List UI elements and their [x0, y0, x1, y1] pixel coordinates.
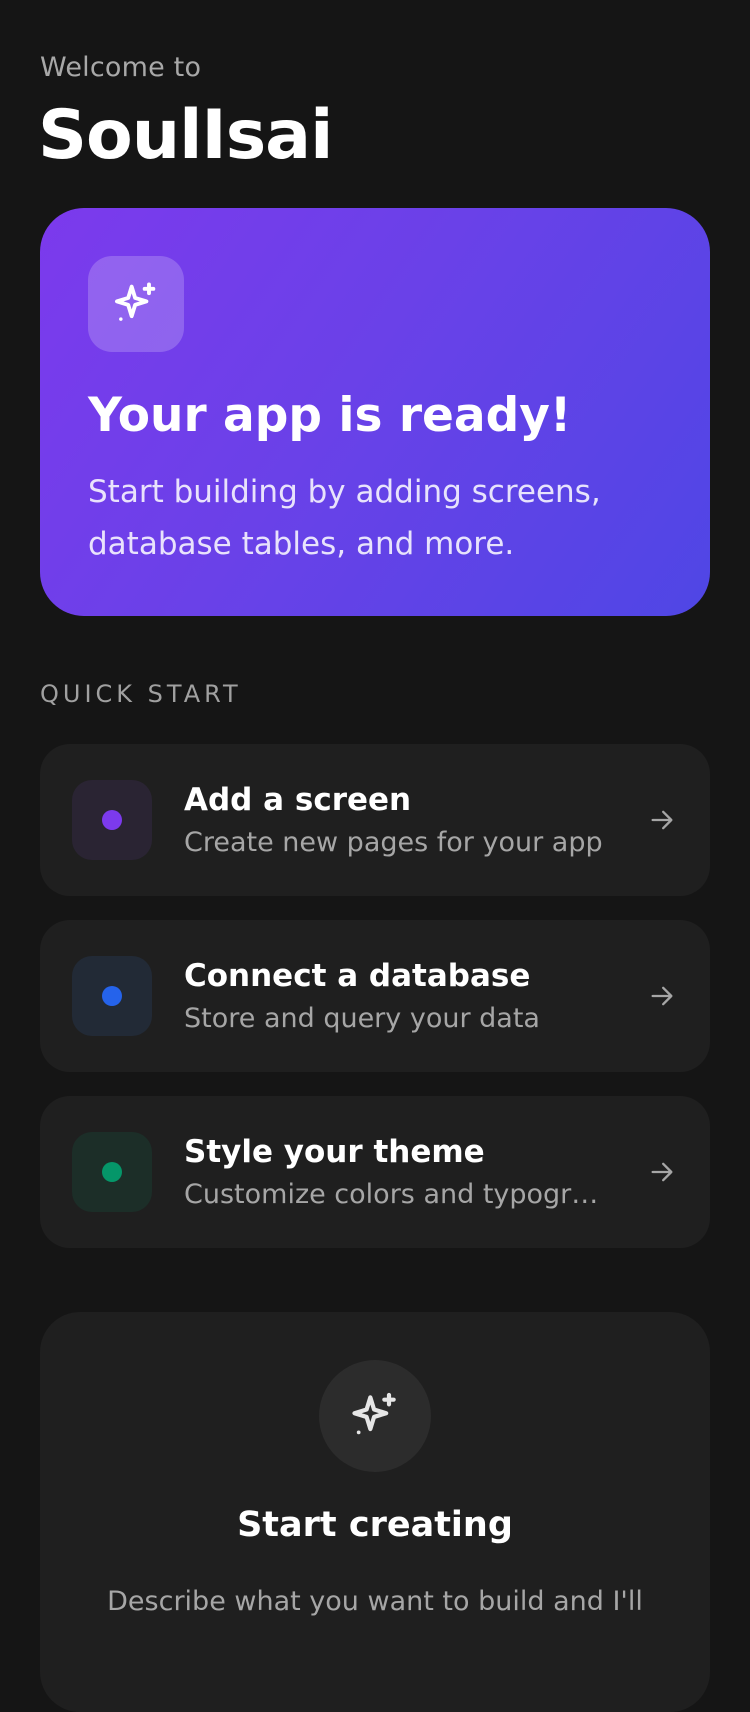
purple-dot: [102, 810, 122, 830]
quick-start-subtitle: Create new pages for your app: [184, 827, 603, 858]
green-dot: [102, 1162, 122, 1182]
arrow-right-icon: [651, 1162, 673, 1182]
arrow-right-icon: [651, 986, 673, 1006]
database-icon: [72, 956, 152, 1036]
arrow-right-icon: [651, 810, 673, 830]
quick-start-title: Add a screen: [184, 782, 412, 818]
blue-dot: [102, 986, 122, 1006]
welcome-label: Welcome to: [40, 52, 202, 83]
quick-start-title: Connect a database: [184, 958, 531, 994]
start-creating-description: Describe what you want to build and I'll: [107, 1586, 643, 1617]
quick-start-title: Style your theme: [184, 1134, 485, 1170]
quick-start-subtitle: Store and query your data: [184, 1003, 540, 1034]
style-theme-card[interactable]: Style your theme Customize colors and ty…: [40, 1096, 710, 1248]
connect-database-card[interactable]: Connect a database Store and query your …: [40, 920, 710, 1072]
hero-description: Start building by adding screens, databa…: [88, 474, 601, 562]
quick-start-subtitle: Customize colors and typography: [184, 1179, 614, 1210]
start-creating-title: Start creating: [237, 1505, 513, 1545]
start-creating-card: Start creating Describe what you want to…: [40, 1312, 710, 1712]
screen-icon: [72, 780, 152, 860]
add-screen-card[interactable]: Add a screen Create new pages for your a…: [40, 744, 710, 896]
sparkles-icon[interactable]: [319, 1360, 431, 1472]
app-title: SoulIsai: [38, 96, 333, 175]
hero-title: Your app is ready!: [88, 388, 572, 443]
sparkles-icon: [88, 256, 184, 352]
theme-icon: [72, 1132, 152, 1212]
quick-start-label: QUICK START: [40, 680, 242, 708]
app-ready-card: Your app is ready! Start building by add…: [40, 208, 710, 616]
